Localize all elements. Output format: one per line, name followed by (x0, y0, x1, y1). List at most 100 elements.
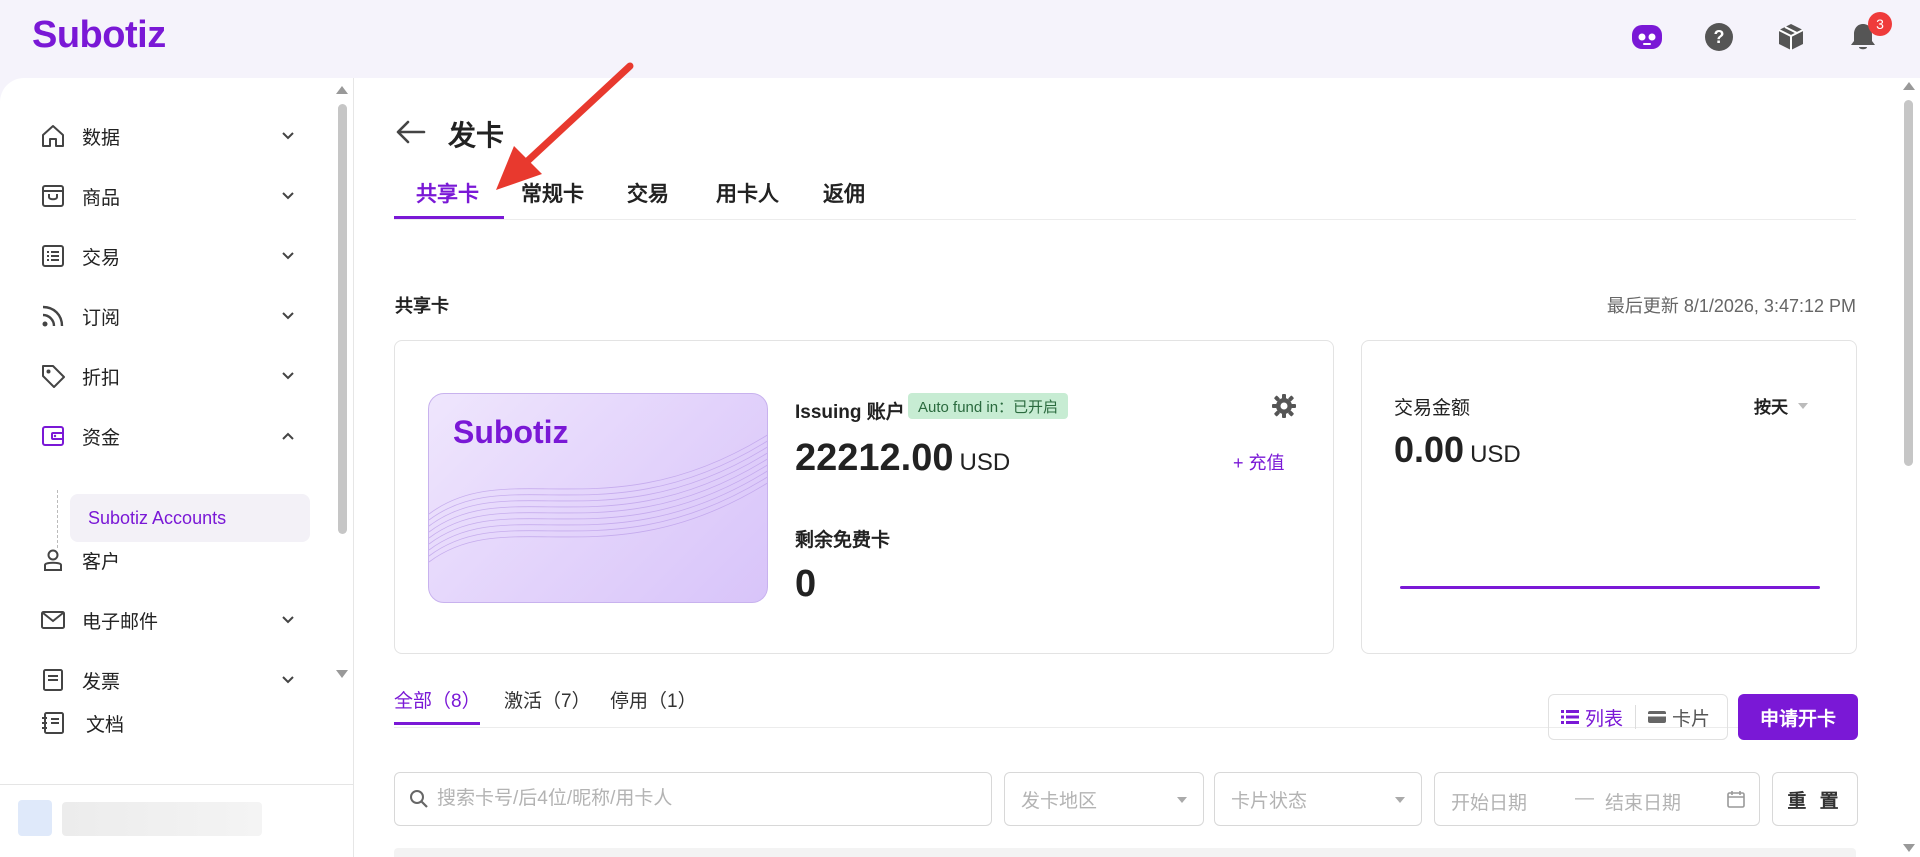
sidebar-divider (0, 784, 354, 785)
scroll-thumb[interactable] (338, 104, 347, 534)
section-title: 共享卡 (395, 296, 449, 316)
caret-down-icon (1177, 797, 1187, 803)
caret-down-icon (1798, 402, 1808, 409)
list-view-icon (1561, 710, 1579, 724)
sidebar-item-transactions[interactable]: 交易 (38, 236, 300, 276)
sidebar-item-label: 商品 (82, 187, 121, 209)
amount-number: 0.00 (1394, 429, 1465, 470)
chevron-down-icon (276, 124, 300, 148)
page-scrollbar[interactable] (1898, 78, 1920, 857)
sidebar-item-docs[interactable]: 文档 (38, 708, 124, 738)
last-updated: 最后更新 8/1/2026, 3:47:12 PM (1606, 296, 1856, 316)
tab-cardholders[interactable]: 用卡人 (716, 178, 779, 220)
sidebar-item-label: 发票 (82, 671, 121, 693)
scroll-thumb[interactable] (1904, 100, 1913, 466)
assistant-icon[interactable] (1630, 20, 1664, 54)
scroll-down-arrow[interactable] (1903, 844, 1915, 852)
end-date-input[interactable]: 结束日期 (1605, 788, 1681, 815)
tab-regular-card[interactable]: 常规卡 (521, 178, 584, 220)
chevron-down-icon (276, 244, 300, 268)
mail-icon (38, 605, 68, 635)
amount-trend-line (1400, 586, 1820, 589)
virtual-card-image: Subotiz (428, 393, 768, 603)
free-cards-value: 0 (795, 563, 817, 605)
region-select[interactable]: 发卡地区 (1004, 772, 1204, 826)
tab-transactions[interactable]: 交易 (627, 178, 669, 220)
rss-icon (38, 301, 68, 331)
store-icon (38, 181, 68, 211)
chevron-up-icon (276, 424, 300, 448)
chevron-down-icon (276, 608, 300, 632)
auto-fund-badge: Auto fund in：已开启 (908, 393, 1069, 419)
user-name-blurred (62, 802, 262, 836)
start-date-input[interactable]: 开始日期 (1451, 788, 1527, 815)
help-icon[interactable]: ? (1702, 20, 1736, 54)
sidebar-subitem-accounts[interactable]: Subotiz Accounts (70, 494, 310, 542)
user-icon (38, 545, 68, 575)
amount-title: 交易金额 (1394, 398, 1471, 419)
tag-icon (38, 361, 68, 391)
sidebar-item-products[interactable]: 商品 (38, 176, 300, 216)
chevron-down-icon (276, 184, 300, 208)
balance-currency: USD (959, 449, 1011, 476)
apply-card-button[interactable]: 申请开卡 (1738, 694, 1858, 740)
caret-down-icon (1395, 797, 1405, 803)
sidebar-item-data[interactable]: 数据 (38, 116, 300, 156)
avatar[interactable] (18, 800, 52, 836)
filter-tab-active[interactable]: 激活（7） (504, 686, 591, 713)
sidebar-item-funds[interactable]: 资金 (38, 416, 300, 456)
chevron-down-icon (276, 364, 300, 388)
back-arrow-icon[interactable] (394, 118, 428, 146)
sidebar: 数据 商品 交易 订阅 折扣 资金 Subotiz Accounts 客户 电子… (0, 78, 354, 857)
list-icon (38, 241, 68, 271)
page-title: 发卡 (448, 120, 505, 151)
view-toggle: 列表 卡片 (1548, 694, 1728, 740)
status-select[interactable]: 卡片状态 (1214, 772, 1422, 826)
sidebar-item-label: 数据 (82, 127, 121, 149)
date-range-picker[interactable]: 开始日期 — 结束日期 (1434, 772, 1760, 826)
tab-commission[interactable]: 返佣 (823, 178, 865, 220)
sidebar-item-label: 资金 (82, 427, 121, 449)
scroll-down-arrow[interactable] (336, 670, 348, 678)
card-view-icon (1648, 711, 1667, 723)
view-card-label: 卡片 (1672, 708, 1711, 730)
sidebar-item-invoices[interactable]: 发票 (38, 660, 300, 698)
calendar-icon (1727, 791, 1745, 808)
main-content: 发卡 共享卡 常规卡 交易 用卡人 返佣 共享卡 最后更新 8/1/2026, … (354, 78, 1900, 857)
sidebar-item-email[interactable]: 电子邮件 (38, 600, 300, 640)
chevron-down-icon (276, 304, 300, 328)
bell-icon[interactable]: 3 (1846, 12, 1892, 54)
wallet-icon (38, 421, 68, 451)
tab-shared-card[interactable]: 共享卡 (416, 178, 479, 220)
search-field[interactable] (394, 772, 992, 826)
scroll-up-arrow[interactable] (336, 86, 348, 94)
period-select[interactable]: 按天 (1754, 393, 1808, 418)
filter-tab-disabled[interactable]: 停用（1） (610, 686, 697, 713)
sidebar-item-label: 电子邮件 (82, 611, 159, 633)
gear-icon[interactable] (1271, 393, 1297, 419)
notification-badge: 3 (1868, 12, 1892, 36)
period-value: 按天 (1754, 398, 1788, 417)
view-list-label: 列表 (1585, 708, 1624, 730)
home-icon (38, 121, 68, 151)
package-icon[interactable] (1774, 20, 1808, 54)
region-placeholder: 发卡地区 (1021, 790, 1098, 812)
filter-tab-all[interactable]: 全部（8） (394, 686, 481, 713)
card-wave-pattern (429, 434, 767, 563)
sidebar-item-discounts[interactable]: 折扣 (38, 356, 300, 396)
docs-icon (38, 708, 68, 738)
scroll-up-arrow[interactable] (1903, 82, 1915, 90)
reset-button[interactable]: 重 置 (1772, 772, 1858, 826)
sidebar-item-customers[interactable]: 客户 (38, 540, 300, 580)
sidebar-item-label: 客户 (82, 551, 121, 573)
svg-text:?: ? (1714, 27, 1725, 47)
view-card-button[interactable]: 卡片 (1636, 695, 1722, 739)
sidebar-item-label: 折扣 (82, 367, 121, 389)
sidebar-scrollbar[interactable] (334, 84, 350, 684)
search-input[interactable] (437, 788, 977, 810)
sidebar-item-subscriptions[interactable]: 订阅 (38, 296, 300, 336)
recharge-link[interactable]: + 充值 (1233, 449, 1285, 475)
app-logo[interactable]: Subotiz (32, 14, 166, 57)
top-bar: Subotiz ? 3 (0, 0, 1920, 78)
view-list-button[interactable]: 列表 (1549, 695, 1635, 739)
